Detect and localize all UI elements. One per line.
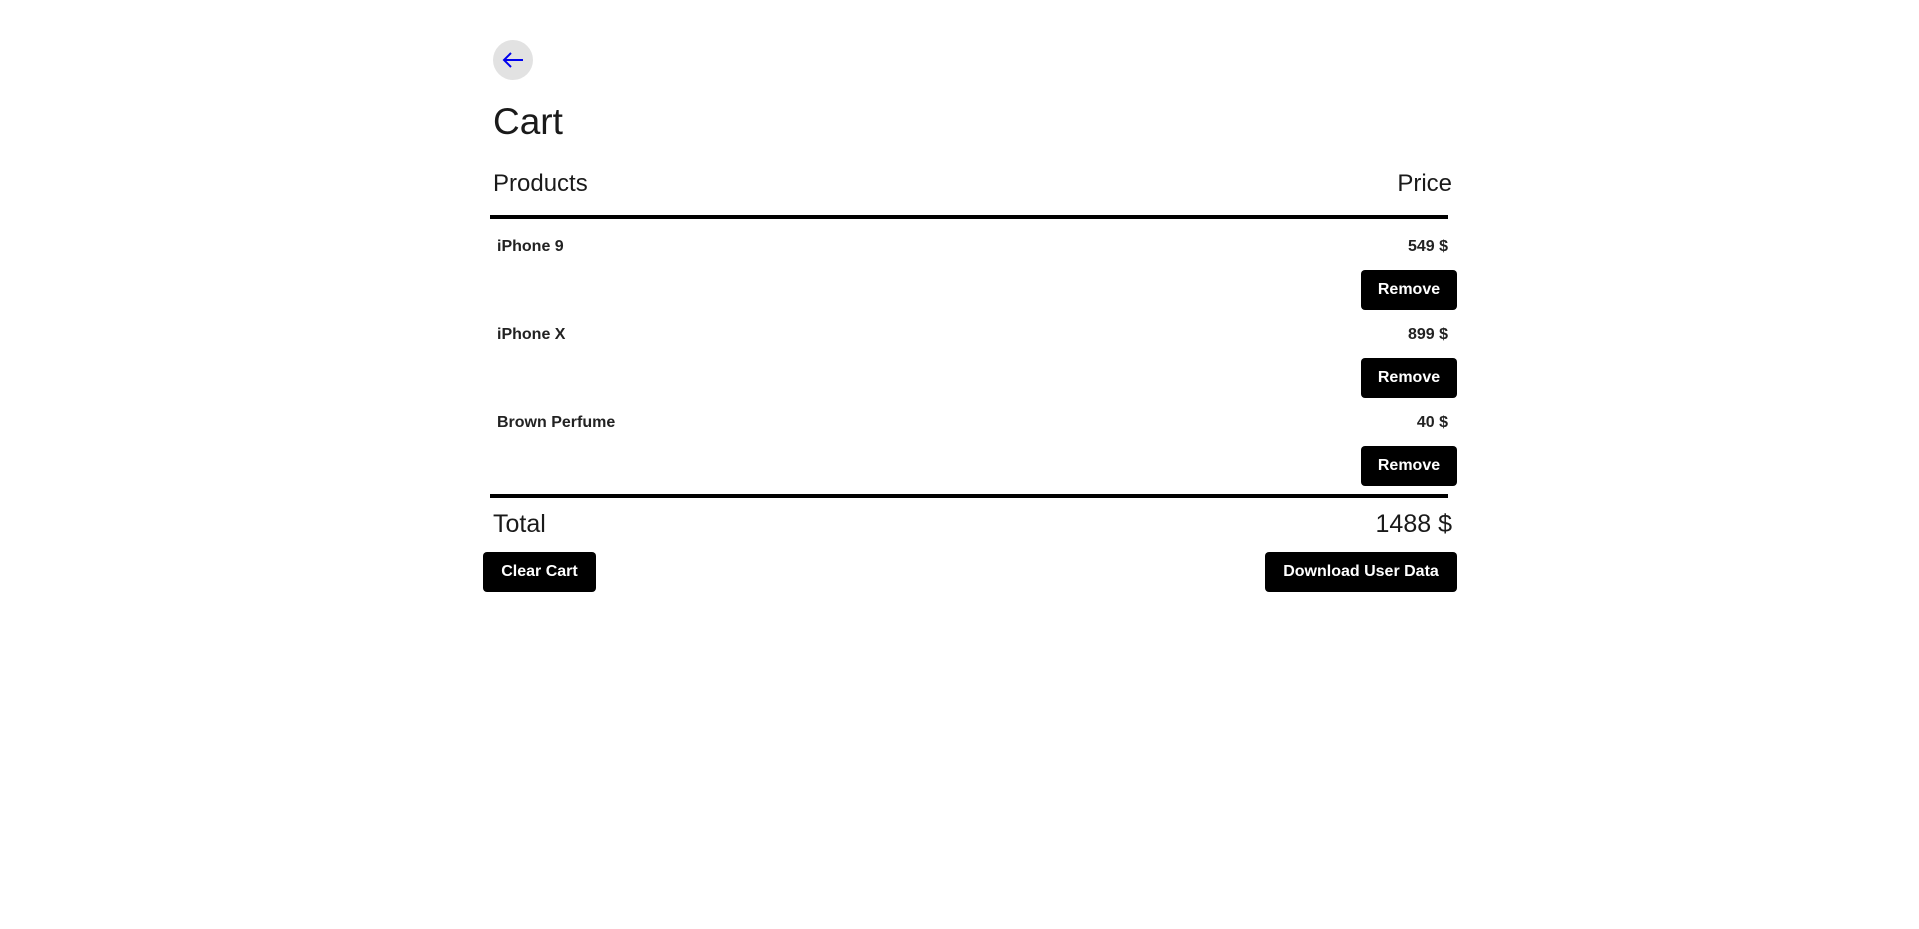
total-value: 1488 $ xyxy=(1375,510,1452,538)
total-row: Total 1488 $ xyxy=(490,510,1452,544)
header-divider xyxy=(490,215,1448,219)
price-column-header: Price xyxy=(1397,170,1452,197)
total-divider xyxy=(490,494,1448,498)
back-button[interactable] xyxy=(493,40,533,80)
item-name: Brown Perfume xyxy=(497,414,616,431)
remove-button[interactable]: Remove xyxy=(1361,446,1457,486)
item-name: iPhone X xyxy=(497,326,566,343)
item-price: 549 $ xyxy=(1407,238,1448,255)
cart-item: Brown Perfume 40 $ Remove xyxy=(490,414,1457,502)
arrow-left-icon xyxy=(502,52,524,68)
download-user-data-button[interactable]: Download User Data xyxy=(1265,552,1457,592)
cart-page: Cart Products Price iPhone 9 549 $ Remov… xyxy=(0,0,1919,929)
remove-button[interactable]: Remove xyxy=(1361,270,1457,310)
total-label: Total xyxy=(493,510,546,538)
products-column-header: Products xyxy=(493,170,588,197)
item-price: 899 $ xyxy=(1407,326,1448,343)
item-name: iPhone 9 xyxy=(497,238,564,255)
cart-item: iPhone 9 549 $ Remove xyxy=(490,238,1457,326)
page-title: Cart xyxy=(493,101,563,142)
table-header: Products Price xyxy=(490,170,1452,208)
item-price: 40 $ xyxy=(1416,414,1448,431)
clear-cart-button[interactable]: Clear Cart xyxy=(483,552,596,592)
cart-item: iPhone X 899 $ Remove xyxy=(490,326,1457,414)
remove-button[interactable]: Remove xyxy=(1361,358,1457,398)
